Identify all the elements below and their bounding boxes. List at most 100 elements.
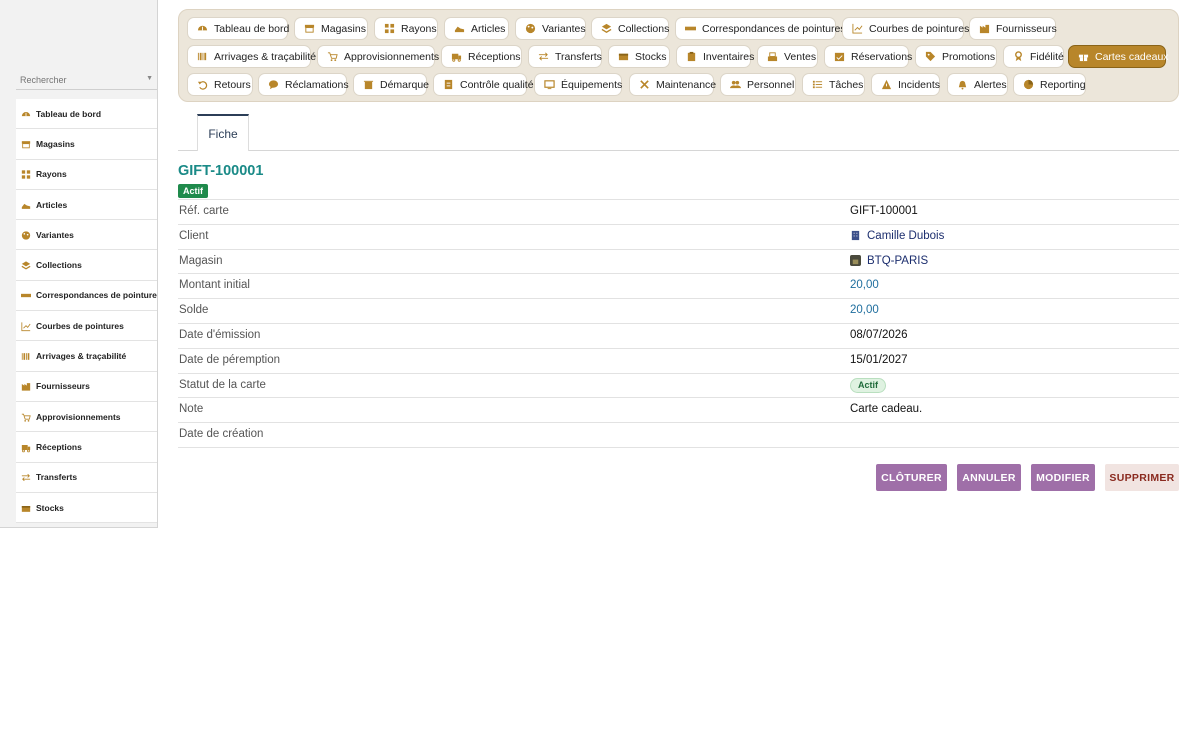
- sidebar-item-factory[interactable]: Fournisseurs: [16, 372, 157, 402]
- trash-icon: [363, 79, 374, 90]
- nav-chip-bell[interactable]: Alertes: [947, 73, 1008, 96]
- nav-chip-calendar-check[interactable]: Réservations: [824, 45, 913, 68]
- warning-icon: [881, 79, 892, 90]
- nav-chip-box[interactable]: Stocks: [608, 45, 670, 68]
- field-row: Solde 20,00: [178, 299, 1179, 324]
- field-value: GIFT-100001: [850, 205, 918, 217]
- field-value[interactable]: Camille Dubois: [850, 230, 944, 242]
- nav-chip-gift[interactable]: Cartes cadeaux: [1068, 45, 1169, 68]
- sidebar-menu: Tableau de bord Magasins Rayons Articles Var…: [16, 99, 157, 524]
- chart-icon: [21, 321, 31, 331]
- search-input[interactable]: [16, 71, 136, 89]
- cart-icon: [327, 51, 338, 62]
- nav-chip-barcode[interactable]: Arrivages & traçabilité: [187, 45, 316, 68]
- nav-chip-truck[interactable]: Réceptions: [441, 45, 522, 68]
- field-value-text: GIFT-100001: [850, 205, 918, 217]
- top-navigation: Tableau de bord Magasins Rayons Articles Var…: [178, 9, 1179, 102]
- nav-chip-store[interactable]: Magasins: [294, 17, 368, 40]
- tab-fiche[interactable]: Fiche: [197, 114, 249, 151]
- field-value-text: 20,00: [850, 304, 879, 317]
- sidebar-item-barcode[interactable]: Arrivages & traçabilité: [16, 341, 157, 372]
- sidebar-item-layers[interactable]: Collections: [16, 250, 157, 281]
- field-row: Date de création: [178, 423, 1179, 448]
- barcode-icon: [21, 351, 31, 361]
- caret-down-icon[interactable]: ▼: [146, 75, 153, 82]
- nav-chip-ruler[interactable]: Correspondances de pointures: [675, 17, 846, 40]
- field-row: Client Camille Dubois: [178, 225, 1179, 250]
- field-label: Solde: [179, 304, 209, 317]
- cancel-button[interactable]: ANNULER: [957, 464, 1021, 491]
- nav-chip-factory[interactable]: Fournisseurs: [969, 17, 1057, 40]
- palette-icon: [21, 230, 31, 240]
- sidebar-item-box[interactable]: Stocks: [16, 493, 157, 524]
- nav-chip-exchange[interactable]: Transferts: [528, 45, 602, 68]
- sidebar-item-label: Transferts: [36, 472, 78, 483]
- field-label: Date de péremption: [179, 353, 281, 366]
- truck-icon: [21, 442, 31, 453]
- close-button[interactable]: CLÔTURER: [876, 464, 947, 491]
- delete-button[interactable]: SUPPRIMER: [1105, 464, 1179, 491]
- record-fields: Réf. carte GIFT-100001 Client Camille Duboi…: [178, 199, 1179, 448]
- nav-chip-cashier[interactable]: Ventes: [757, 45, 818, 68]
- nav-chip-label: Variantes: [542, 22, 586, 35]
- sidebar-item-truck[interactable]: Réceptions: [16, 432, 157, 463]
- nav-chip-users[interactable]: Personnel: [720, 73, 796, 96]
- field-label: Client: [179, 229, 209, 242]
- nav-chip-label: Contrôle qualité: [460, 78, 534, 91]
- nav-chip-trash[interactable]: Démarque: [353, 73, 429, 96]
- nav-chip-tasks[interactable]: Tâches: [802, 73, 865, 96]
- sidebar-item-dashboard[interactable]: Tableau de bord: [16, 99, 157, 130]
- sidebar-item-exchange[interactable]: Transferts: [16, 463, 157, 493]
- sidebar-item-grid[interactable]: Rayons: [16, 160, 157, 190]
- nav-chip-dashboard[interactable]: Tableau de bord: [187, 17, 289, 40]
- nav-chip-cart[interactable]: Approvisionnements: [317, 45, 439, 68]
- field-value[interactable]: BTQ-PARIS: [850, 255, 928, 267]
- sidebar-item-label: Fournisseurs: [36, 381, 90, 392]
- sidebar-item-palette[interactable]: Variantes: [16, 220, 157, 251]
- nav-chip-pie[interactable]: Reporting: [1013, 73, 1086, 96]
- tools-icon: [639, 79, 650, 90]
- store-icon: [304, 23, 315, 34]
- field-value-text: 08/07/2026: [850, 328, 908, 341]
- sidebar-item-cart[interactable]: Approvisionnements: [16, 402, 157, 433]
- layers-icon: [601, 23, 612, 34]
- gift-icon: [1078, 51, 1089, 62]
- nav-chip-monitor[interactable]: Équipements: [534, 73, 622, 96]
- nav-chip-label: Fidélité: [1030, 50, 1064, 63]
- nav-chip-award[interactable]: Fidélité: [1003, 45, 1064, 68]
- factory-icon: [979, 23, 990, 34]
- sidebar-item-label: Tableau de bord: [36, 108, 102, 119]
- comment-icon: [268, 79, 279, 90]
- ruler-icon: [21, 290, 31, 300]
- nav-chip-tools[interactable]: Maintenance: [629, 73, 716, 96]
- nav-chip-layers[interactable]: Collections: [591, 17, 669, 40]
- exchange-icon: [21, 472, 31, 482]
- nav-chip-undo[interactable]: Retours: [187, 73, 253, 96]
- nav-chip-shoe[interactable]: Articles: [444, 17, 509, 40]
- sidebar-item-ruler[interactable]: Correspondances de pointures: [16, 281, 157, 312]
- nav-chip-label: Réclamations: [285, 78, 349, 91]
- nav-chip-label: Alertes: [974, 78, 1007, 91]
- nav-chip-label: Tâches: [829, 78, 864, 91]
- sidebar-item-label: Articles: [36, 199, 68, 210]
- users-icon: [730, 79, 741, 90]
- sidebar-item-label: Courbes de pointures: [36, 320, 124, 331]
- dashboard-icon: [197, 23, 208, 34]
- nav-chip-tag[interactable]: Promotions: [915, 45, 997, 68]
- sidebar-item-shoe[interactable]: Articles: [16, 190, 157, 221]
- nav-chip-label: Réservations: [851, 50, 913, 63]
- sidebar-item-label: Correspondances de pointures: [36, 290, 157, 301]
- sidebar-item-store[interactable]: Magasins: [16, 129, 157, 160]
- nav-chip-comment[interactable]: Réclamations: [258, 73, 349, 96]
- edit-button[interactable]: MODIFIER: [1031, 464, 1095, 491]
- nav-chip-clipboard[interactable]: Inventaires: [676, 45, 755, 68]
- nav-chip-warning[interactable]: Incidents: [871, 73, 940, 96]
- nav-chip-checklist[interactable]: Contrôle qualité: [433, 73, 534, 96]
- sidebar-search[interactable]: ▼: [16, 70, 157, 90]
- field-row: Note Carte cadeau.: [178, 398, 1179, 424]
- nav-chip-label: Inventaires: [703, 50, 755, 63]
- nav-chip-chart[interactable]: Courbes de pointures: [842, 17, 969, 40]
- sidebar-item-chart[interactable]: Courbes de pointures: [16, 311, 157, 342]
- nav-chip-palette[interactable]: Variantes: [515, 17, 586, 40]
- nav-chip-grid[interactable]: Rayons: [374, 17, 438, 40]
